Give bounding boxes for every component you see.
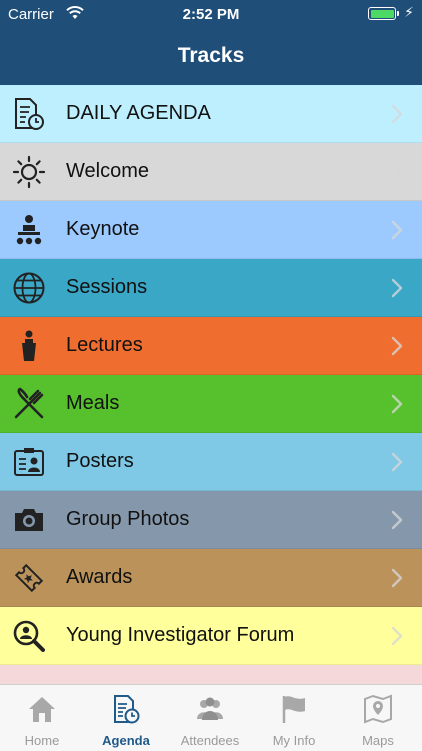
chevron-right-icon	[390, 334, 404, 358]
tab-label: Attendees	[180, 733, 240, 748]
track-row-sessions[interactable]: Sessions	[0, 259, 422, 317]
agenda-icon	[111, 694, 141, 724]
charging-bolt-icon: ⚡	[404, 4, 414, 20]
track-row-lectures[interactable]: Lectures	[0, 317, 422, 375]
tab-bar: Home Agenda Attendees My Info Maps	[0, 684, 422, 751]
track-row-daily-agenda[interactable]: DAILY AGENDA	[0, 85, 422, 143]
track-label: DAILY AGENDA	[66, 102, 211, 124]
chevron-right-icon	[390, 450, 404, 474]
daily-agenda-icon	[12, 97, 46, 131]
camera-icon	[12, 503, 46, 537]
tab-maps[interactable]: Maps	[336, 685, 420, 751]
chevron-right-icon	[390, 276, 404, 300]
tab-home[interactable]: Home	[0, 685, 84, 751]
map-icon	[363, 694, 393, 724]
track-label: Awards	[66, 566, 133, 588]
tab-label: Agenda	[102, 733, 150, 748]
chevron-right-icon	[390, 218, 404, 242]
track-row-welcome[interactable]: Welcome	[0, 143, 422, 201]
status-time: 2:52 PM	[182, 6, 240, 23]
track-label: Group Photos	[66, 508, 190, 530]
chevron-right-icon	[390, 392, 404, 416]
tab-my-info[interactable]: My Info	[252, 685, 336, 751]
chevron-right-icon	[390, 624, 404, 648]
flag-icon	[279, 694, 309, 724]
track-label: Posters	[66, 450, 134, 472]
home-icon	[27, 694, 57, 724]
chevron-right-icon	[390, 566, 404, 590]
page-title: Tracks	[177, 44, 245, 67]
podium-icon	[12, 329, 46, 363]
track-row-young-investigator-forum[interactable]: Young Investigator Forum	[0, 607, 422, 665]
track-label: Sessions	[66, 276, 148, 298]
track-label: Keynote	[66, 218, 140, 240]
tab-label: Home	[24, 733, 60, 748]
track-row-posters[interactable]: Posters	[0, 433, 422, 491]
partial-row-icon	[12, 677, 46, 684]
ticket-icon	[12, 561, 46, 595]
fork-knife-icon	[12, 387, 46, 421]
chevron-right-icon	[390, 508, 404, 532]
track-label: Meals	[66, 392, 120, 414]
track-row-awards[interactable]: Awards	[0, 549, 422, 607]
track-row-group-photos[interactable]: Group Photos	[0, 491, 422, 549]
status-bar: Carrier 2:52 PM ⚡	[0, 0, 422, 30]
track-row-meals[interactable]: Meals	[0, 375, 422, 433]
tab-label: Maps	[362, 733, 394, 748]
battery-icon	[368, 7, 399, 20]
tab-label: My Info	[272, 733, 316, 748]
magnifier-person-icon	[12, 619, 46, 653]
navigation-bar: Tracks	[0, 30, 422, 85]
attendees-icon	[195, 694, 225, 724]
track-label: Lectures	[66, 334, 143, 356]
poster-board-icon	[12, 445, 46, 479]
tab-agenda[interactable]: Agenda	[84, 685, 168, 751]
presenter-icon	[12, 213, 46, 247]
chevron-right-icon	[390, 102, 404, 126]
tab-attendees[interactable]: Attendees	[168, 685, 252, 751]
chevron-right-icon	[390, 160, 404, 184]
sun-icon	[12, 155, 46, 189]
track-list: DAILY AGENDA Welcome Keynote Sessions Lectur…	[0, 85, 422, 684]
track-label: Young Investigator Forum	[66, 624, 295, 646]
track-row-keynote[interactable]: Keynote	[0, 201, 422, 259]
track-row-partial[interactable]	[0, 665, 422, 684]
track-label: Welcome	[66, 160, 149, 182]
globe-icon	[12, 271, 46, 305]
